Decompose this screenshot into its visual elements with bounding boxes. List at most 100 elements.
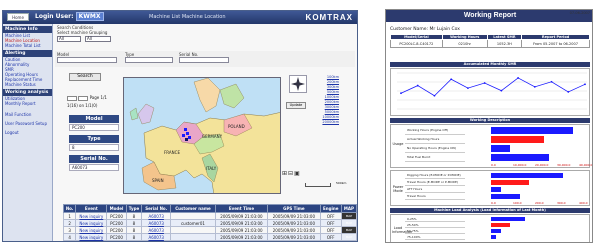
customer-value: Mr Lujain Cox <box>429 27 460 32</box>
sidebar-item-link[interactable]: Machine Total List <box>3 43 52 48</box>
prev-page-button[interactable] <box>67 95 77 101</box>
bar <box>491 194 520 199</box>
bar-row <box>491 126 589 135</box>
table-cell[interactable]: A60073 <box>141 233 172 241</box>
table-row[interactable]: 2 New inquiry PC200 8 A60073 customer01 2005/0… <box>62 219 357 227</box>
table-row[interactable]: 3 New inquiry PC200 8 A60073 2005/09/09 21:03… <box>62 226 357 234</box>
serial-input[interactable] <box>179 57 229 63</box>
axis-tick-label: 30,000.0 <box>557 163 571 167</box>
smr-line <box>400 77 586 97</box>
table-cell: 2005/09/09 21:03:00 <box>267 226 321 234</box>
compass-icon[interactable] <box>289 75 307 93</box>
table-cell: customer01 <box>170 219 216 227</box>
type-input[interactable] <box>125 57 173 63</box>
section-row-label: Travel Hours <box>405 193 465 200</box>
map-svg: FRANCE SPAIN ITALY GERMANY POLAND <box>124 78 280 193</box>
bar <box>491 180 530 185</box>
usage-section: Usage Working Hours (Engine Off) Actual Wo… <box>390 124 593 168</box>
table-cell: PC200 <box>106 219 127 227</box>
table-cell: 8 <box>125 212 143 220</box>
page-sub: 1(16) on 1/1(0) <box>67 102 98 108</box>
table-header-cell: Customer name <box>170 204 216 213</box>
search-button[interactable]: Search <box>69 73 101 81</box>
table-cell: 2005/09/09 21:03:00 <box>267 212 321 220</box>
table-header-cell: Engine <box>319 204 342 213</box>
table-cell: 2005/09/09 21:03:00 <box>267 219 321 227</box>
table-cell[interactable]: New inquiry <box>75 226 108 234</box>
model-input[interactable] <box>57 57 117 63</box>
brand-logo: KOMTRAX <box>305 13 353 22</box>
table-cell: OFF <box>319 219 342 227</box>
sidebar-footer-link[interactable]: Mail Function <box>3 112 52 117</box>
sidebar-item-link[interactable]: Machine Status <box>3 82 52 87</box>
table-cell[interactable]: New inquiry <box>75 212 108 220</box>
filter-subtitle: Select machine Grouping <box>57 30 108 35</box>
group-select-1[interactable]: All <box>57 36 81 42</box>
table-row[interactable]: 4 New inquiry PC200 8 A60073 2005/09/09 21:03… <box>62 233 357 241</box>
map-button[interactable]: MAP <box>340 233 357 241</box>
table-cell: PC200 <box>106 212 127 220</box>
table-cell: 4 <box>62 233 77 241</box>
axis-tick-label: 400.0 <box>579 201 588 205</box>
bar-row <box>491 234 589 240</box>
table-cell: PC200 <box>106 226 127 234</box>
section-row-label: ATT Hours <box>405 186 465 193</box>
table-header-cell: Type <box>125 204 143 213</box>
print-icon[interactable]: ▣ <box>294 170 301 177</box>
report-title: Working Report <box>386 10 592 22</box>
table-cell: PC200 <box>106 233 127 241</box>
power-mode-section: Power Mode Digging Hours (E-MODE or P-MOD… <box>390 170 590 206</box>
table-cell <box>170 233 216 241</box>
smr-point <box>500 89 503 92</box>
monthly-smr-svg <box>397 72 587 110</box>
table-cell: OFF <box>319 226 342 234</box>
section-bars <box>491 172 589 200</box>
europe-map[interactable]: FRANCE SPAIN ITALY GERMANY POLAND <box>123 77 281 194</box>
update-button[interactable]: Update <box>286 102 306 109</box>
table-cell[interactable]: New inquiry <box>75 219 108 227</box>
home-button[interactable]: Home <box>7 13 29 21</box>
sidebar-item-link[interactable]: Monthly Report <box>3 101 52 106</box>
group-select-2[interactable]: All <box>85 36 111 42</box>
zoom-level-link[interactable]: 20000km <box>321 120 339 125</box>
model-title: Model <box>69 115 119 123</box>
table-row[interactable]: 1 New inquiry PC200 8 A60073 2005/09/09 21:03… <box>62 212 357 220</box>
table-cell[interactable]: A60073 <box>141 226 172 234</box>
pager: Page 1/1 1(16) on 1/1(0) <box>67 95 107 108</box>
monthly-smr-chart <box>390 68 590 116</box>
smr-point <box>483 82 486 84</box>
map-button[interactable]: MAP <box>340 219 357 227</box>
table-cell: 3 <box>62 226 77 234</box>
bar <box>491 187 501 192</box>
top-header: Home Login User: KWMX Machine List Machi… <box>3 11 357 24</box>
table-cell[interactable]: A60073 <box>141 212 172 220</box>
table-header-cell: GPS Time <box>267 204 321 213</box>
load-section: Load Information 0-25% 25-50% 50-75% 75-100% <box>390 214 590 242</box>
model-value: PC200 <box>69 124 119 131</box>
next-page-button[interactable] <box>78 95 89 101</box>
sidebar-footer-link[interactable]: User Password Setup <box>3 121 52 126</box>
bar <box>491 229 501 233</box>
bar <box>491 217 525 221</box>
page-title: Machine List Machine Location <box>149 14 226 20</box>
bar <box>491 154 549 161</box>
section-row-label: Total Fuel Burnt <box>405 153 465 162</box>
map-button[interactable]: MAP <box>340 212 357 220</box>
smr-point <box>517 77 519 79</box>
report-value-cell: 1052.3H <box>486 39 523 48</box>
table-cell: 8 <box>125 219 143 227</box>
bar-row <box>491 144 589 153</box>
map-button[interactable]: MAP <box>340 226 357 234</box>
bar <box>491 127 573 134</box>
sidebar-footer-link[interactable]: Logout <box>3 130 52 135</box>
search-conditions: Search Conditions Select machine Groupin… <box>55 25 265 49</box>
bar-row <box>491 172 589 179</box>
login-info: Login User: KWMX <box>35 12 104 21</box>
table-cell[interactable]: New inquiry <box>75 233 108 241</box>
table-cell[interactable]: A60073 <box>141 219 172 227</box>
type-title: Type <box>69 135 119 143</box>
axis-tick-label: 40,000.0 <box>579 163 593 167</box>
bar <box>491 145 511 152</box>
section-row-label: Actual Working Hours <box>405 135 465 144</box>
table-cell: 2 <box>62 219 77 227</box>
